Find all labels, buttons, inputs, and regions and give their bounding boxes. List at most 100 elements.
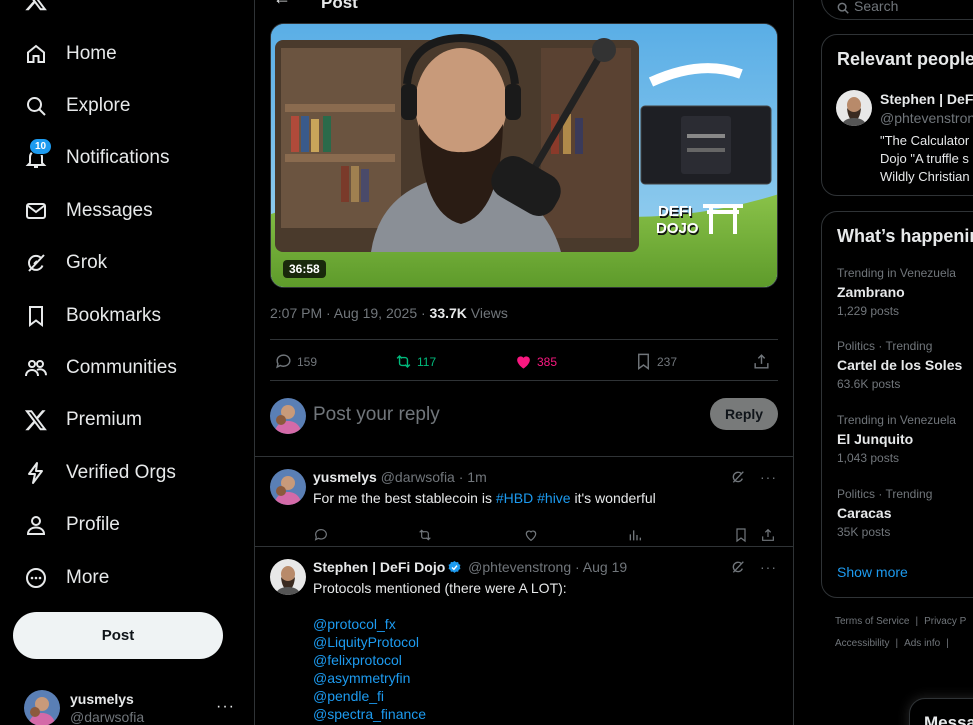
more-dots-icon[interactable]: ··· xyxy=(760,469,777,485)
nav-label: Notifications xyxy=(66,147,170,168)
search-placeholder: Search xyxy=(854,0,899,14)
nav-label: Bookmarks xyxy=(66,305,162,326)
hashtag-link[interactable]: #hive xyxy=(537,490,570,506)
reply-icon xyxy=(276,354,291,369)
nav-bookmarks[interactable]: Bookmarks xyxy=(12,292,173,340)
post-timestamp[interactable]: 2:07 PM · Aug 19, 2025 · xyxy=(270,305,430,321)
x-logo-icon[interactable] xyxy=(24,0,48,12)
footer-links: Accessibility | Ads info | xyxy=(835,638,949,649)
nav-premium[interactable]: Premium xyxy=(12,396,154,444)
avatar[interactable] xyxy=(836,90,872,126)
nav-grok[interactable]: Grok xyxy=(12,239,119,287)
mention-link[interactable]: @pendle_fi xyxy=(313,687,426,705)
trend-item[interactable]: Trending in Venezuela El Junquito 1,043 … xyxy=(837,413,956,465)
nav-messages[interactable]: Messages xyxy=(12,187,165,235)
person-bio: "The Calculator Dojo "A truffle s Wildly… xyxy=(880,132,970,186)
reply-icon[interactable] xyxy=(313,527,329,543)
person-name[interactable]: Stephen | DeFi xyxy=(880,91,973,107)
nav-more[interactable]: More xyxy=(12,554,121,602)
repost-icon[interactable] xyxy=(417,527,433,543)
trend-context: Trending in Venezuela xyxy=(837,413,956,427)
bookmark-icon xyxy=(638,353,649,371)
trend-item[interactable]: Politics · Trending Cartel de los Soles … xyxy=(837,339,962,391)
footer-link[interactable]: Accessibility xyxy=(835,638,889,649)
reply-button[interactable]: Reply xyxy=(710,398,778,430)
mention-link[interactable]: @spectra_finance xyxy=(313,705,426,723)
footer-link[interactable]: Ads info xyxy=(904,638,940,649)
relevant-people-panel: Relevant people Stephen | DeFi @phtevens… xyxy=(821,34,973,196)
nav-notifications[interactable]: 10 Notifications xyxy=(12,134,182,182)
tweet-author-handle[interactable]: @phtevenstrong · Aug 19 xyxy=(468,559,627,575)
trend-context: Politics · Trending xyxy=(837,487,933,501)
nav-communities[interactable]: Communities xyxy=(12,344,189,392)
repost-action[interactable]: 117 xyxy=(394,352,436,371)
left-sidebar: Home Explore 10 Notifications Messages G… xyxy=(0,0,255,725)
trend-item[interactable]: Trending in Venezuela Zambrano 1,229 pos… xyxy=(837,266,956,318)
svg-text:DEFI: DEFI xyxy=(658,203,692,220)
reply-tweet[interactable]: yusmelys @darwsofia · 1m ··· For me the … xyxy=(255,457,793,547)
home-icon xyxy=(24,42,48,66)
nav-profile[interactable]: Profile xyxy=(12,501,132,549)
trend-context: Trending in Venezuela xyxy=(837,266,956,280)
footer-link[interactable]: Terms of Service xyxy=(835,616,909,627)
nav-verified-orgs[interactable]: Verified Orgs xyxy=(12,449,188,497)
mention-link[interactable]: @protocol_fx xyxy=(313,615,426,633)
panel-title: What’s happening xyxy=(837,226,973,246)
messages-drawer[interactable]: Messa xyxy=(909,698,973,725)
mention-link[interactable]: @asymmetryfin xyxy=(313,669,426,687)
account-switcher[interactable]: yusmelys @darwsofia ··· xyxy=(12,680,247,725)
post-button[interactable]: Post xyxy=(13,612,223,659)
nav-label: Premium xyxy=(66,409,143,430)
tweet-text-part: For me the best stablecoin is xyxy=(313,490,496,506)
more-dots-icon[interactable]: ··· xyxy=(216,698,235,716)
show-more-link[interactable]: Show more xyxy=(837,564,908,580)
heart-icon[interactable] xyxy=(523,527,539,543)
bookmark-icon[interactable] xyxy=(733,527,749,543)
person-handle[interactable]: @phtevenstrong xyxy=(880,110,973,126)
nav-home[interactable]: Home xyxy=(12,30,129,78)
page-title: Post xyxy=(321,0,358,12)
bio-line: Dojo "A truffle s xyxy=(880,151,969,166)
avatar[interactable] xyxy=(270,469,306,505)
more-dots-icon[interactable]: ··· xyxy=(760,559,777,575)
reply-tweet[interactable]: Stephen | DeFi Dojo @phtevenstrong · Aug… xyxy=(255,547,793,725)
grok-icon[interactable] xyxy=(730,559,746,575)
bell-icon: 10 xyxy=(24,138,53,170)
nav-label: Home xyxy=(66,43,117,64)
mention-link[interactable]: @LiquityProtocol xyxy=(313,633,426,651)
reply-action[interactable]: 159 xyxy=(274,352,317,371)
nav-label: More xyxy=(66,567,110,588)
hashtag-link[interactable]: #HBD xyxy=(496,490,533,506)
verified-badge-icon xyxy=(448,560,461,573)
tweet-author-name[interactable]: Stephen | DeFi Dojo xyxy=(313,559,445,575)
reply-composer: Reply xyxy=(255,382,793,457)
share-icon[interactable] xyxy=(760,527,776,543)
reply-input[interactable] xyxy=(313,404,693,426)
video-player[interactable]: DEFI DOJO DEFI DOJO 36:58 xyxy=(270,23,778,288)
bookmark-icon xyxy=(24,304,48,328)
footer-link[interactable]: Privacy P xyxy=(924,616,966,627)
mention-list: @protocol_fx @LiquityProtocol @felixprot… xyxy=(313,615,426,723)
video-duration: 36:58 xyxy=(283,260,326,278)
tweet-author-handle[interactable]: @darwsofia · 1m xyxy=(381,469,487,485)
share-action[interactable] xyxy=(752,352,775,371)
avatar[interactable] xyxy=(270,559,306,595)
nav-explore[interactable]: Explore xyxy=(12,82,142,130)
back-arrow-icon[interactable]: ← xyxy=(273,0,291,9)
whats-happening-panel: What’s happening Trending in Venezuela Z… xyxy=(821,211,973,598)
like-count: 385 xyxy=(537,354,558,369)
views-label: Views xyxy=(466,305,508,321)
mention-link[interactable]: @felixprotocol xyxy=(313,651,426,669)
trend-count: 35K posts xyxy=(837,525,891,539)
search-input[interactable]: Search xyxy=(821,0,973,20)
share-icon xyxy=(754,354,769,369)
notification-badge: 10 xyxy=(29,138,53,155)
nav-label: Profile xyxy=(66,514,120,535)
tweet-author-name[interactable]: yusmelys xyxy=(313,469,377,485)
views-icon[interactable] xyxy=(627,527,643,543)
grok-icon[interactable] xyxy=(730,469,746,485)
nav-label: Communities xyxy=(66,357,177,378)
like-action[interactable]: 385 xyxy=(514,352,557,371)
trend-item[interactable]: Politics · Trending Caracas 35K posts xyxy=(837,487,932,539)
bookmark-action[interactable]: 237 xyxy=(634,352,677,371)
